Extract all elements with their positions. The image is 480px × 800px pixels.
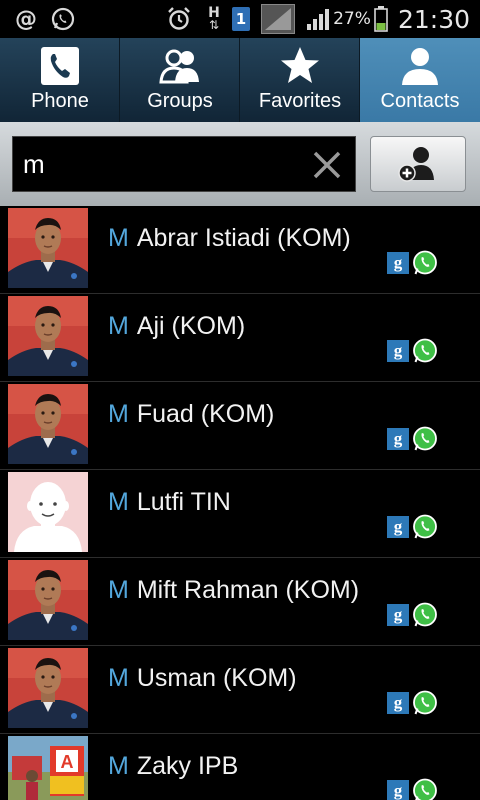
contact-row[interactable]: M Abrar Istiadi (KOM) g xyxy=(0,206,480,294)
contact-name: M Usman (KOM) xyxy=(108,664,297,693)
contact-name-text: Aji (KOM) xyxy=(136,312,246,340)
contact-row[interactable]: M Mift Rahman (KOM) g xyxy=(0,558,480,646)
clock: 21:30 xyxy=(397,4,471,34)
add-contact-button[interactable] xyxy=(370,136,466,192)
tab-favorites[interactable]: Favorites xyxy=(240,38,360,122)
tab-favorites-label: Favorites xyxy=(258,90,342,112)
clear-search-icon[interactable] xyxy=(311,149,343,181)
whatsapp-icon xyxy=(412,690,438,716)
whatsapp-icon xyxy=(412,778,438,800)
search-input[interactable] xyxy=(23,137,303,191)
contact-row[interactable]: M Aji (KOM) g xyxy=(0,294,480,382)
contact-avatar[interactable] xyxy=(8,648,88,728)
svg-text:A: A xyxy=(61,752,74,772)
signal-strength-icon xyxy=(260,0,296,38)
contact-name: M Zaky IPB xyxy=(108,752,238,781)
contact-avatar[interactable]: A xyxy=(8,736,88,800)
contact-name-text: Zaky IPB xyxy=(136,752,239,780)
google-account-icon: g xyxy=(387,604,409,626)
add-contact-icon xyxy=(398,147,434,182)
google-account-icon: g xyxy=(387,516,409,538)
network-type-icon: H ⇅ xyxy=(204,0,224,38)
contact-row[interactable]: M Lutfi TIN g xyxy=(0,470,480,558)
search-bar xyxy=(0,122,480,206)
battery-icon xyxy=(371,0,391,38)
contact-name: M Fuad (KOM) xyxy=(108,400,274,429)
contact-avatar[interactable] xyxy=(8,296,88,376)
whatsapp-icon xyxy=(412,338,438,364)
tab-phone[interactable]: Phone xyxy=(0,38,120,122)
contact-list: M Abrar Istiadi (KOM) g M Aji (KOM) g M Fuad (K… xyxy=(0,206,480,800)
whatsapp-icon xyxy=(412,602,438,628)
google-account-icon: g xyxy=(387,252,409,274)
google-account-icon: g xyxy=(387,780,409,800)
match-highlight: M xyxy=(108,224,129,252)
whatsapp-icon xyxy=(412,514,438,540)
tab-contacts-label: Contacts xyxy=(380,90,460,112)
contact-row[interactable]: A M Zaky IPB g xyxy=(0,734,480,800)
whatsapp-notification-icon xyxy=(50,0,76,38)
match-highlight: M xyxy=(108,664,129,692)
contact-name: M Abrar Istiadi (KOM) xyxy=(108,224,351,253)
contact-name-text: Mift Rahman (KOM) xyxy=(136,576,360,604)
contact-name-text: Fuad (KOM) xyxy=(136,400,275,428)
battery-percent: 27% xyxy=(333,9,371,29)
google-account-icon: g xyxy=(387,428,409,450)
groups-icon xyxy=(120,44,240,88)
match-highlight: M xyxy=(108,752,129,780)
contact-avatar[interactable] xyxy=(8,208,88,288)
contact-name-text: Lutfi TIN xyxy=(136,488,231,516)
status-bar: @ H ⇅ 1 27% 21:30 xyxy=(0,0,480,38)
match-highlight: M xyxy=(108,400,129,428)
google-account-icon: g xyxy=(387,340,409,362)
tab-groups-label: Groups xyxy=(147,90,213,112)
tab-groups[interactable]: Groups xyxy=(120,38,240,122)
data-arrows-icon: ⇅ xyxy=(208,18,220,32)
tab-contacts[interactable]: Contacts xyxy=(360,38,480,122)
contact-avatar[interactable] xyxy=(8,472,88,552)
whatsapp-icon xyxy=(412,426,438,452)
star-icon xyxy=(240,44,360,88)
match-highlight: M xyxy=(108,488,129,516)
tab-phone-label: Phone xyxy=(31,90,89,112)
contact-avatar[interactable] xyxy=(8,384,88,464)
match-highlight: M xyxy=(108,312,129,340)
tab-bar: Phone Groups Favorites Contacts xyxy=(0,38,480,122)
sim-icon: 1 xyxy=(231,0,251,38)
contact-name: M Aji (KOM) xyxy=(108,312,245,341)
phone-icon xyxy=(0,44,120,88)
signal-bars-icon xyxy=(305,0,331,38)
sim-slot-label: 1 xyxy=(235,10,247,28)
match-highlight: M xyxy=(108,576,129,604)
at-sign-icon: @ xyxy=(15,6,37,32)
contact-name-text: Usman (KOM) xyxy=(136,664,297,692)
search-field[interactable] xyxy=(12,136,356,192)
contact-name-text: Abrar Istiadi (KOM) xyxy=(136,224,351,252)
alarm-icon xyxy=(165,0,193,38)
google-account-icon: g xyxy=(387,692,409,714)
contact-name: M Mift Rahman (KOM) xyxy=(108,576,359,605)
contact-avatar[interactable] xyxy=(8,560,88,640)
contact-name: M Lutfi TIN xyxy=(108,488,231,517)
contact-row[interactable]: M Fuad (KOM) g xyxy=(0,382,480,470)
whatsapp-icon xyxy=(412,250,438,276)
person-icon xyxy=(360,44,480,88)
contact-row[interactable]: M Usman (KOM) g xyxy=(0,646,480,734)
